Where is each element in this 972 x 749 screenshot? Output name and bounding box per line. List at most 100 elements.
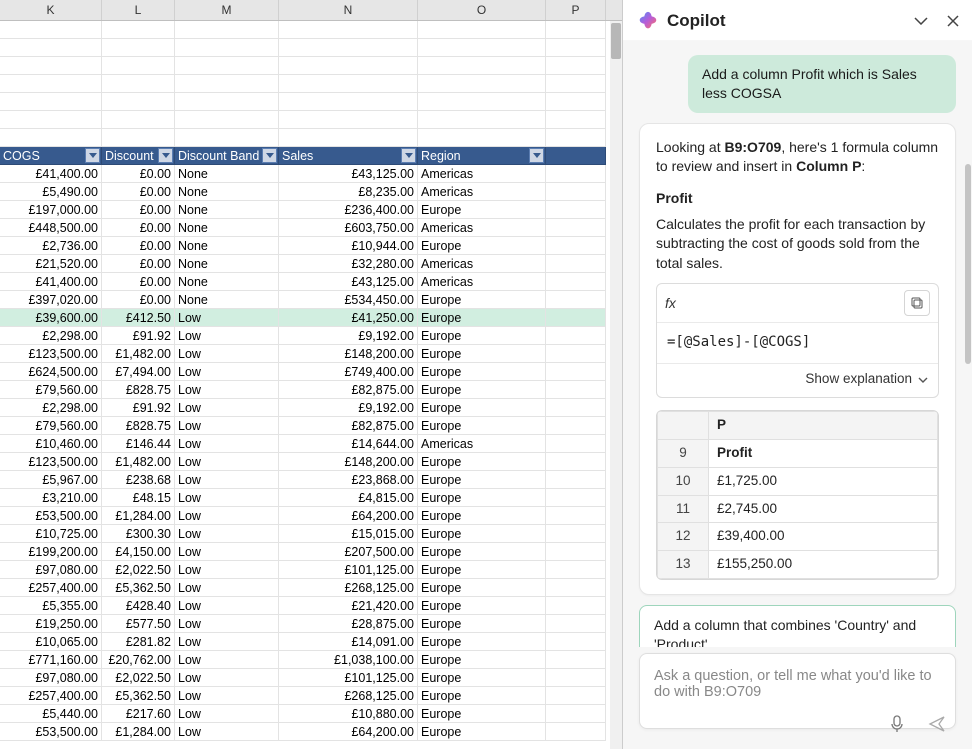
cell[interactable]: £9,192.00 — [279, 399, 418, 417]
cell[interactable]: £21,520.00 — [0, 255, 102, 273]
cell[interactable]: £123,500.00 — [0, 453, 102, 471]
cell[interactable]: £39,600.00 — [0, 309, 102, 327]
cell[interactable]: £300.30 — [102, 525, 175, 543]
cell[interactable]: £32,280.00 — [279, 255, 418, 273]
empty-cell[interactable] — [546, 39, 606, 57]
cell[interactable]: £53,500.00 — [0, 723, 102, 741]
table-row[interactable]: £123,500.00£1,482.00Low£148,200.00Europe — [0, 453, 622, 471]
table-row[interactable]: £257,400.00£5,362.50Low£268,125.00Europe — [0, 687, 622, 705]
cell[interactable]: Low — [175, 435, 279, 453]
cell[interactable]: Low — [175, 597, 279, 615]
empty-cell[interactable] — [418, 129, 546, 147]
cell[interactable]: None — [175, 183, 279, 201]
empty-cell[interactable] — [546, 93, 606, 111]
empty-cell[interactable] — [279, 111, 418, 129]
cell[interactable] — [546, 363, 606, 381]
cell[interactable]: £2,298.00 — [0, 327, 102, 345]
cell[interactable]: Low — [175, 417, 279, 435]
table-row[interactable]: £79,560.00£828.75Low£82,875.00Europe — [0, 417, 622, 435]
cell[interactable]: £10,725.00 — [0, 525, 102, 543]
cell[interactable]: £8,235.00 — [279, 183, 418, 201]
empty-cell[interactable] — [175, 57, 279, 75]
cell[interactable] — [546, 579, 606, 597]
cell[interactable]: £268,125.00 — [279, 579, 418, 597]
cell[interactable] — [546, 453, 606, 471]
cell[interactable] — [546, 489, 606, 507]
cell[interactable] — [546, 723, 606, 741]
table-row[interactable]: £97,080.00£2,022.50Low£101,125.00Europe — [0, 561, 622, 579]
empty-cell[interactable] — [175, 111, 279, 129]
cell[interactable]: £257,400.00 — [0, 579, 102, 597]
cell[interactable]: Americas — [418, 183, 546, 201]
cell[interactable]: Low — [175, 327, 279, 345]
cell[interactable] — [546, 651, 606, 669]
cell[interactable]: £14,091.00 — [279, 633, 418, 651]
table-row[interactable]: £771,160.00£20,762.00Low£1,038,100.00Eur… — [0, 651, 622, 669]
cell[interactable]: £5,440.00 — [0, 705, 102, 723]
cell[interactable]: £577.50 — [102, 615, 175, 633]
cell[interactable]: £0.00 — [102, 291, 175, 309]
cell[interactable]: £281.82 — [102, 633, 175, 651]
cell[interactable]: Europe — [418, 309, 546, 327]
cell[interactable]: £101,125.00 — [279, 561, 418, 579]
cell[interactable]: £2,298.00 — [0, 399, 102, 417]
table-row[interactable]: £19,250.00£577.50Low£28,875.00Europe — [0, 615, 622, 633]
col-header-P[interactable]: P — [546, 0, 606, 20]
cell[interactable]: Low — [175, 633, 279, 651]
cell[interactable]: £64,200.00 — [279, 723, 418, 741]
cell[interactable]: Low — [175, 525, 279, 543]
cell[interactable]: £14,644.00 — [279, 435, 418, 453]
cell[interactable] — [546, 255, 606, 273]
cell[interactable]: £0.00 — [102, 219, 175, 237]
cell[interactable]: £23,868.00 — [279, 471, 418, 489]
cell[interactable]: Low — [175, 579, 279, 597]
table-row[interactable]: £97,080.00£2,022.50Low£101,125.00Europe — [0, 669, 622, 687]
close-icon[interactable] — [942, 10, 964, 32]
cell[interactable]: £0.00 — [102, 201, 175, 219]
cell[interactable]: Europe — [418, 381, 546, 399]
cell[interactable]: Americas — [418, 219, 546, 237]
cell[interactable]: £1,038,100.00 — [279, 651, 418, 669]
table-row[interactable]: £257,400.00£5,362.50Low£268,125.00Europe — [0, 579, 622, 597]
cell[interactable]: £207,500.00 — [279, 543, 418, 561]
cell[interactable]: Europe — [418, 525, 546, 543]
cell[interactable]: Europe — [418, 561, 546, 579]
cell[interactable] — [546, 687, 606, 705]
empty-cell[interactable] — [546, 129, 606, 147]
table-row[interactable]: £5,355.00£428.40Low£21,420.00Europe — [0, 597, 622, 615]
cell[interactable]: Europe — [418, 669, 546, 687]
spreadsheet-area[interactable]: KLMNOP COGSDiscountDiscount BandSalesReg… — [0, 0, 623, 749]
cell[interactable]: None — [175, 165, 279, 183]
cell[interactable]: £412.50 — [102, 309, 175, 327]
cell[interactable]: £197,000.00 — [0, 201, 102, 219]
empty-cell[interactable] — [175, 129, 279, 147]
cell[interactable]: None — [175, 255, 279, 273]
cell[interactable]: £64,200.00 — [279, 507, 418, 525]
cell[interactable]: £2,736.00 — [0, 237, 102, 255]
cell[interactable] — [546, 435, 606, 453]
cell[interactable]: £624,500.00 — [0, 363, 102, 381]
cell[interactable]: Low — [175, 651, 279, 669]
cell[interactable]: £0.00 — [102, 183, 175, 201]
cell[interactable]: £448,500.00 — [0, 219, 102, 237]
show-explanation-button[interactable]: Show explanation — [657, 363, 938, 397]
cell[interactable] — [546, 399, 606, 417]
cell[interactable]: £19,250.00 — [0, 615, 102, 633]
cell[interactable]: £5,355.00 — [0, 597, 102, 615]
empty-cell[interactable] — [0, 75, 102, 93]
table-row[interactable]: £79,560.00£828.75Low£82,875.00Europe — [0, 381, 622, 399]
cell[interactable]: £10,460.00 — [0, 435, 102, 453]
table-row[interactable]: £624,500.00£7,494.00Low£749,400.00Europe — [0, 363, 622, 381]
empty-cell[interactable] — [175, 21, 279, 39]
cell[interactable]: Europe — [418, 453, 546, 471]
cell[interactable]: £257,400.00 — [0, 687, 102, 705]
cell[interactable]: £10,880.00 — [279, 705, 418, 723]
cell[interactable]: £534,450.00 — [279, 291, 418, 309]
cell[interactable]: £5,967.00 — [0, 471, 102, 489]
empty-cell[interactable] — [102, 111, 175, 129]
table-row[interactable]: £2,736.00£0.00None£10,944.00Europe — [0, 237, 622, 255]
table-row[interactable]: £2,298.00£91.92Low£9,192.00Europe — [0, 327, 622, 345]
empty-cell[interactable] — [418, 93, 546, 111]
cell[interactable] — [546, 561, 606, 579]
empty-cell[interactable] — [279, 75, 418, 93]
